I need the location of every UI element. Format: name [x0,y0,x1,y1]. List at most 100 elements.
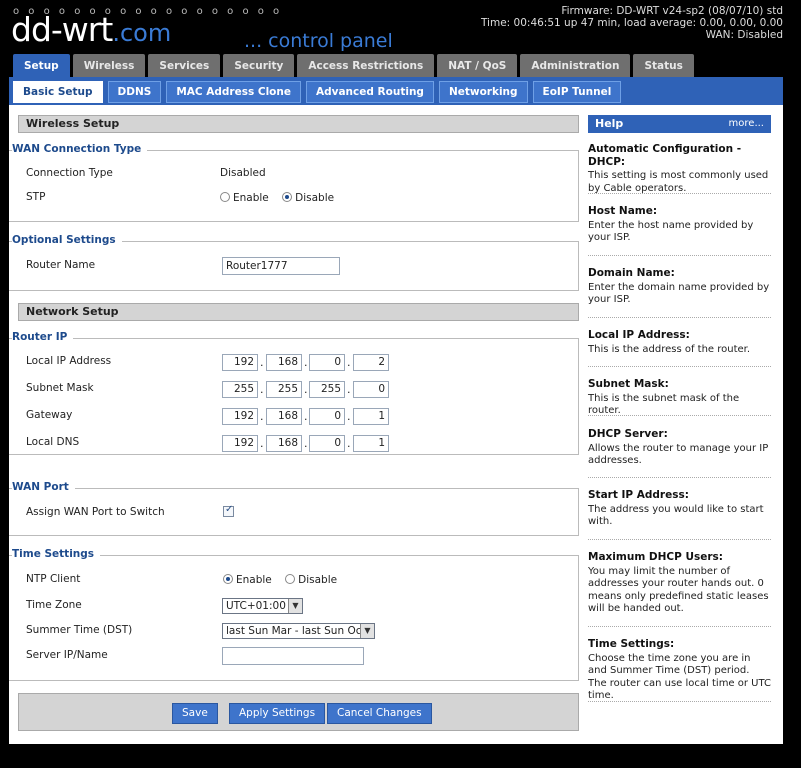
tab-security[interactable]: Security [223,54,295,77]
uptime-info: Time: 00:46:51 up 47 min, load average: … [480,17,783,29]
router-name-label: Router Name [26,259,96,271]
ntp-enable-radio[interactable] [223,574,233,584]
gateway-label: Gateway [26,409,73,421]
save-button[interactable]: Save [172,703,218,724]
page-frame: o o o o o o o o o o o o o o o o o o dd-w… [9,0,783,744]
tab-access-restrictions[interactable]: Access Restrictions [297,54,435,77]
subnet-octet-4[interactable]: 0 [353,381,389,398]
subtab-eoip-tunnel[interactable]: EoIP Tunnel [532,81,622,103]
gateway-octet-3[interactable]: 0 [309,408,345,425]
network-setup-header: Network Setup [18,303,579,321]
subtab-ddns[interactable]: DDNS [107,81,162,103]
control-panel-label: ... control panel [244,30,393,52]
dns-octet-3[interactable]: 0 [309,435,345,452]
router-ip-fieldset: Router IP Local IP Address 192 . 168 . 0… [9,331,579,455]
summer-time-label: Summer Time (DST) [26,624,133,636]
help-item: DHCP Server: Allows the router to manage … [588,428,769,466]
tab-wireless[interactable]: Wireless [72,54,146,77]
stp-enable-label: Enable [233,192,269,204]
wan-connection-legend: WAN Connection Type [12,143,148,155]
subtab-basic-setup[interactable]: Basic Setup [13,81,103,103]
tab-nat-qos[interactable]: NAT / QoS [437,54,518,77]
logo-text: dd-wrt [11,10,113,49]
settings-panel: Wireless Setup WAN Connection Type Conne… [9,105,584,744]
summer-time-value: last Sun Mar - last Sun Oct [226,625,366,637]
button-bar: Save Apply Settings Cancel Changes [18,693,579,731]
help-header: Help more... [588,115,771,133]
local-dns-label: Local DNS [26,436,80,448]
ntp-disable-label: Disable [298,574,338,586]
tab-status[interactable]: Status [633,54,694,77]
wan-connection-fieldset: WAN Connection Type Connection Type Disa… [9,143,579,222]
stp-enable-radio[interactable] [220,192,230,202]
summer-time-select[interactable]: last Sun Mar - last Sun Oct ▼ [222,623,375,639]
local-ip-octet-1[interactable]: 192 [222,354,258,371]
help-item: Maximum DHCP Users: You may limit the num… [588,551,769,614]
help-item: Automatic Configuration - DHCP: This sett… [588,143,769,194]
help-item: Domain Name: Enter the domain name provid… [588,267,770,305]
tab-administration[interactable]: Administration [520,54,631,77]
connection-type-value: Disabled [220,167,266,179]
dns-octet-2[interactable]: 168 [266,435,302,452]
firmware-version: Firmware: DD-WRT v24-sp2 (08/07/10) std [561,5,783,17]
router-name-input[interactable]: Router1777 [222,257,340,275]
stp-label: STP [26,191,46,203]
stp-disable-radio[interactable] [282,192,293,202]
connection-type-label: Connection Type [26,167,113,179]
gateway-octet-1[interactable]: 192 [222,408,258,425]
main-tabs: Setup Wireless Services Security Access … [13,54,697,77]
chevron-down-icon: ▼ [288,599,302,613]
dns-octet-4[interactable]: 1 [353,435,389,452]
chevron-down-icon: ▼ [360,624,374,638]
ntp-client-label: NTP Client [26,573,81,585]
subnet-octet-2[interactable]: 255 [266,381,302,398]
gateway-octet-2[interactable]: 168 [266,408,302,425]
wan-status: WAN: Disabled [705,29,783,41]
local-ip-octet-3[interactable]: 0 [309,354,345,371]
router-ip-legend: Router IP [12,331,74,343]
help-item: Start IP Address: The address you would l… [588,489,764,527]
subnet-octet-1[interactable]: 255 [222,381,258,398]
help-panel: Help more... Automatic Configuration - D… [586,105,781,744]
apply-settings-button[interactable]: Apply Settings [229,703,326,724]
help-item: Time Settings: Choose the time zone you a… [588,638,771,701]
time-settings-fieldset: Time Settings NTP Client Enable Disable … [9,548,579,681]
gateway-octet-4[interactable]: 1 [353,408,389,425]
time-zone-label: Time Zone [26,599,82,611]
subnet-octet-3[interactable]: 255 [309,381,345,398]
wan-port-fieldset: WAN Port Assign WAN Port to Switch [9,481,579,536]
time-settings-legend: Time Settings [12,548,101,560]
server-ip-label: Server IP/Name [26,649,108,661]
firmware-info: Firmware: DD-WRT v24-sp2 (08/07/10) std … [481,5,783,41]
help-item: Host Name: Enter the host name provided b… [588,205,754,243]
tab-setup[interactable]: Setup [13,54,70,77]
assign-wan-checkbox[interactable] [223,504,234,517]
sub-tab-bar: Basic Setup DDNS MAC Address Clone Advan… [9,77,783,105]
server-ip-input[interactable] [222,647,364,665]
logo-dotcom: .com [112,19,172,47]
subtab-advanced-routing[interactable]: Advanced Routing [305,81,434,103]
subtab-networking[interactable]: Networking [438,81,528,103]
time-zone-select[interactable]: UTC+01:00 ▼ [222,598,303,614]
stp-disable-label: Disable [295,192,335,204]
optional-settings-fieldset: Optional Settings Router Name Router1777 [9,234,579,291]
ntp-disable-radio[interactable] [285,574,296,584]
tab-services[interactable]: Services [148,54,221,77]
local-ip-octet-2[interactable]: 168 [266,354,302,371]
help-item: Subnet Mask: This is the subnet mask of t… [588,378,740,416]
content-area: Wireless Setup WAN Connection Type Conne… [9,105,783,744]
help-more-link[interactable]: more... [729,115,764,133]
optional-settings-legend: Optional Settings [12,234,122,246]
ntp-enable-label: Enable [236,574,272,586]
subtab-mac-clone[interactable]: MAC Address Clone [166,81,301,103]
local-ip-label: Local IP Address [26,355,112,367]
help-item: Local IP Address: This is the address of … [588,329,751,355]
cancel-changes-button[interactable]: Cancel Changes [327,703,432,724]
local-ip-octet-4[interactable]: 2 [353,354,389,371]
time-zone-value: UTC+01:00 [226,600,286,612]
subnet-mask-label: Subnet Mask [26,382,94,394]
dns-octet-1[interactable]: 192 [222,435,258,452]
help-title: Help [595,117,624,130]
wireless-setup-header: Wireless Setup [18,115,579,133]
wan-port-legend: WAN Port [12,481,75,493]
